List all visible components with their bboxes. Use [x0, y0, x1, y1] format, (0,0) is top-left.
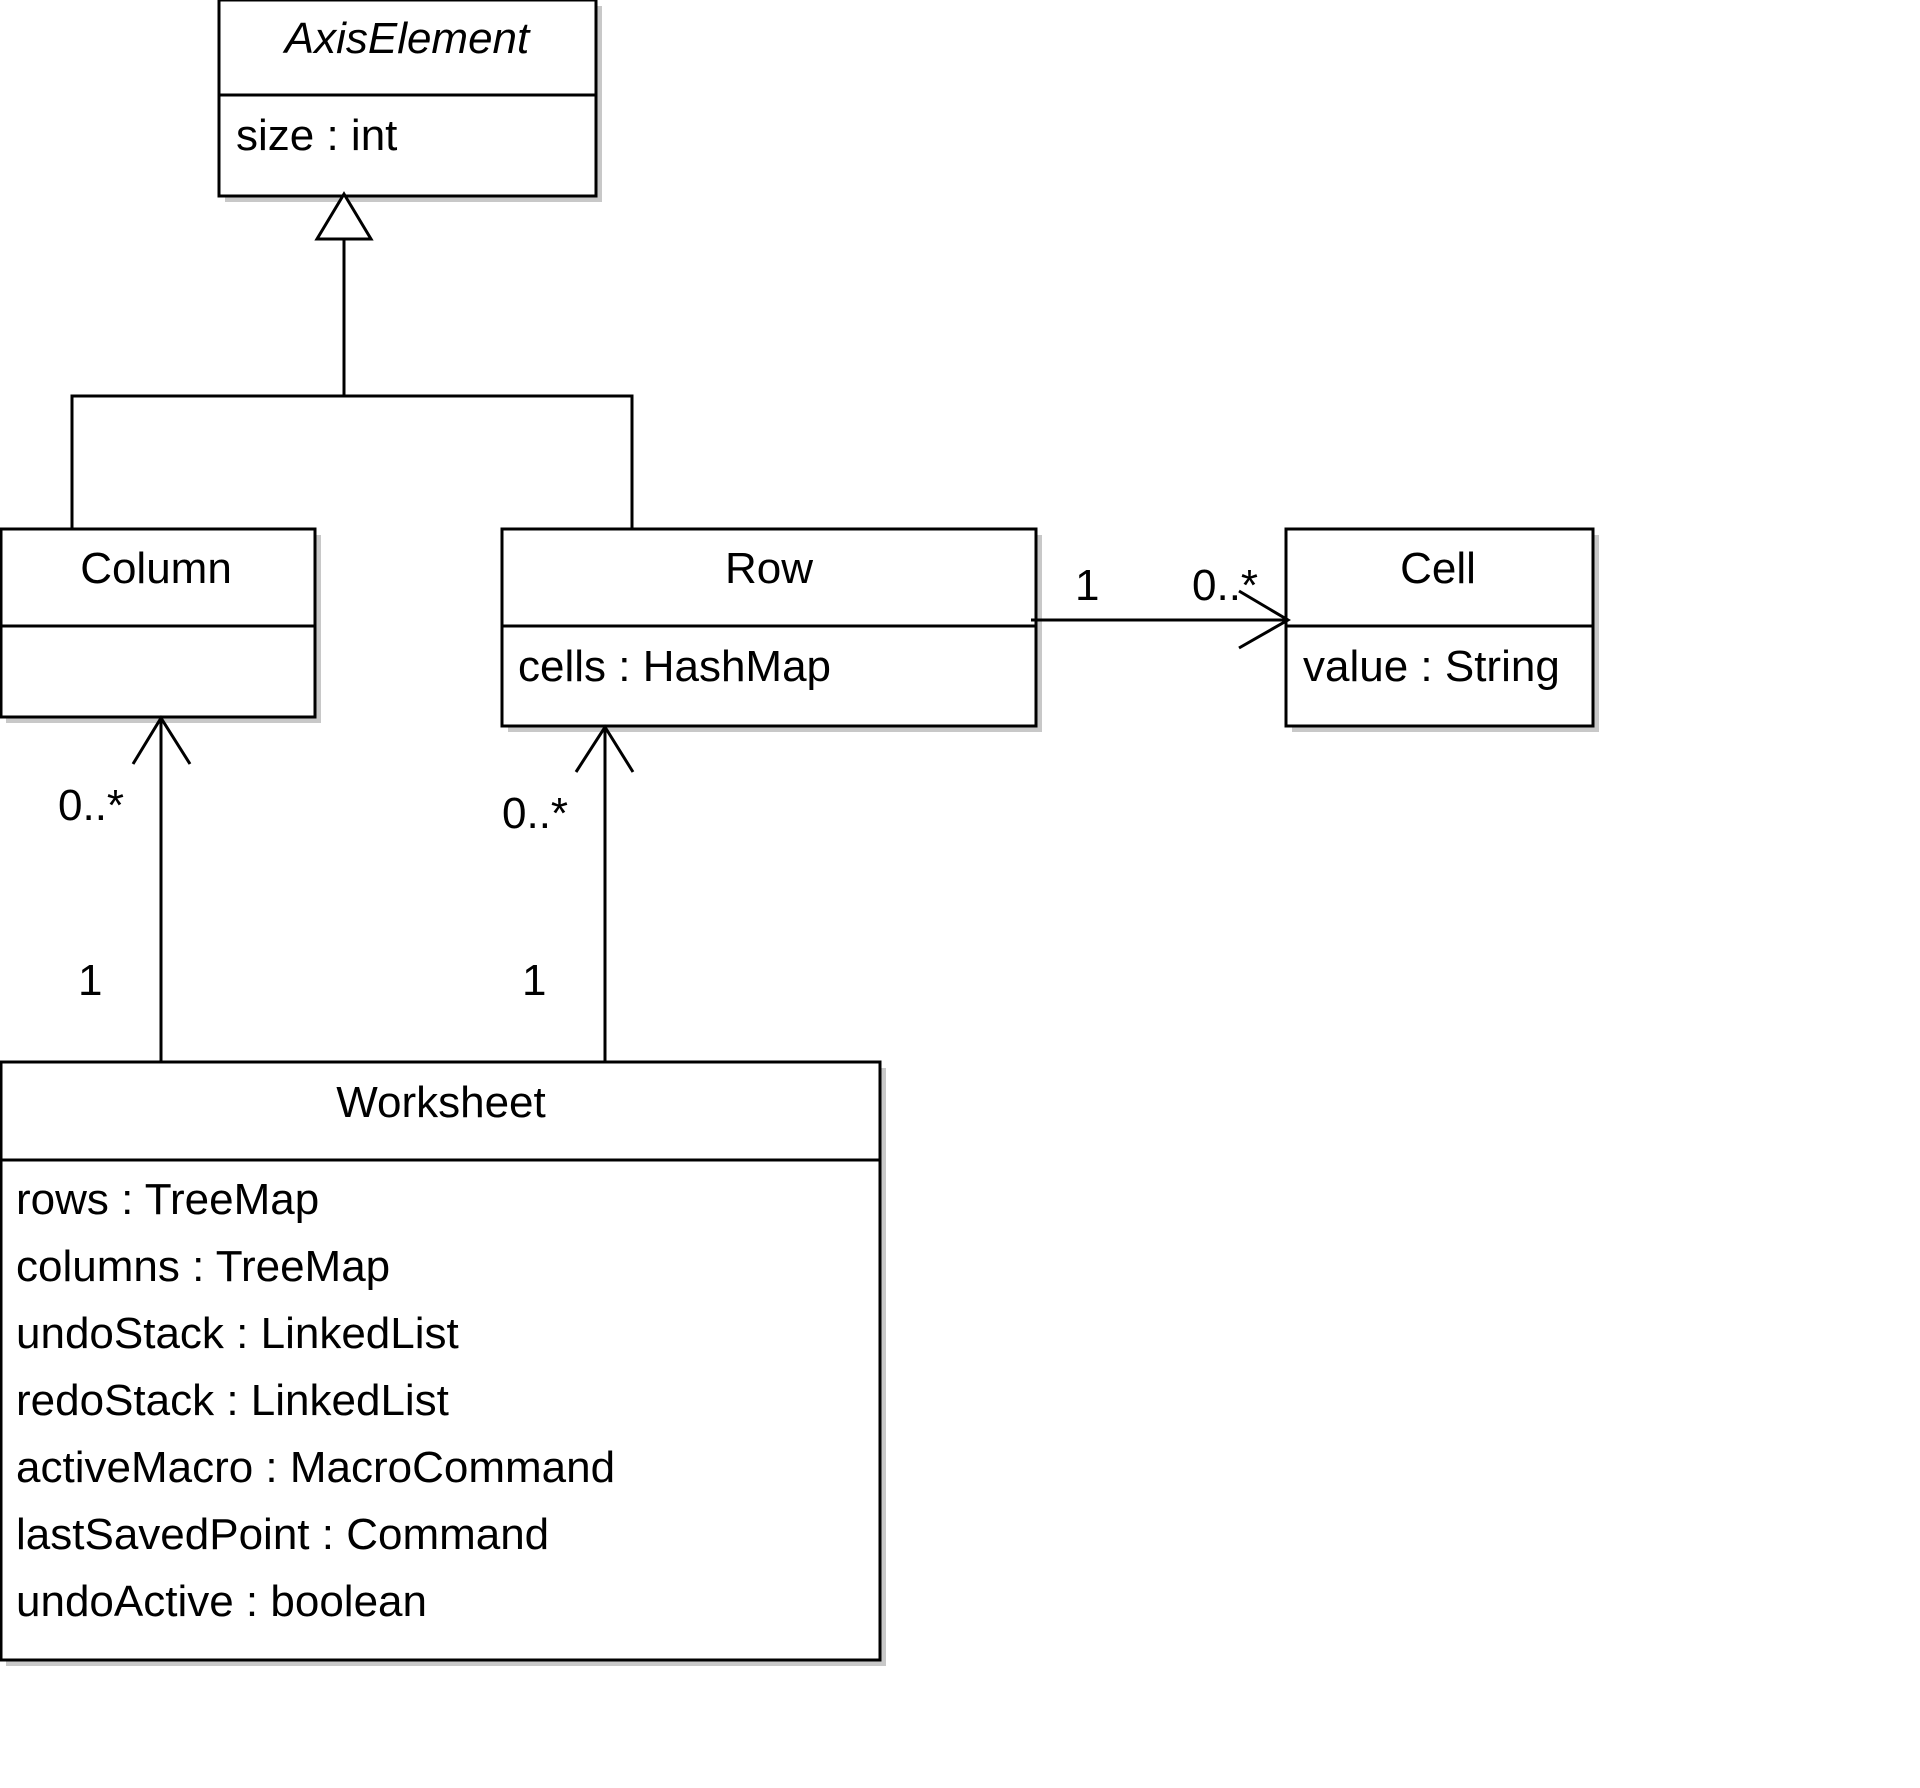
multiplicity-target: 0..*: [502, 789, 568, 838]
attribute: lastSavedPoint : Command: [16, 1510, 549, 1559]
multiplicity-target: 0..*: [58, 781, 124, 830]
multiplicity-source: 1: [78, 956, 102, 1005]
attribute: redoStack : LinkedList: [16, 1376, 449, 1425]
class-column[interactable]: Column: [0, 527, 321, 723]
attribute: undoStack : LinkedList: [16, 1309, 459, 1358]
class-axis-element[interactable]: AxisElement size : int: [217, 0, 602, 202]
class-worksheet[interactable]: Worksheet rows : TreeMap columns : TreeM…: [0, 1060, 886, 1666]
class-name: Column: [80, 544, 232, 593]
attribute: value : String: [1303, 642, 1560, 691]
class-name: AxisElement: [282, 14, 531, 63]
class-name: Cell: [1400, 544, 1476, 593]
multiplicity-source: 1: [1075, 561, 1099, 610]
class-name: Worksheet: [336, 1078, 546, 1127]
attribute: undoActive : boolean: [16, 1577, 427, 1626]
uml-class-diagram: AxisElement size : int Column Row cells …: [0, 0, 1599, 1666]
multiplicity-target: 0..*: [1192, 561, 1258, 610]
association-worksheet-row: 0..* 1: [502, 724, 635, 1062]
class-cell[interactable]: Cell value : String: [1284, 527, 1599, 732]
attribute: size : int: [236, 111, 397, 160]
attribute: rows : TreeMap: [16, 1175, 319, 1224]
generalization-connector: [70, 191, 634, 529]
attribute: columns : TreeMap: [16, 1242, 390, 1291]
attribute: activeMacro : MacroCommand: [16, 1443, 615, 1492]
association-row-cell: 1 0..*: [1031, 561, 1291, 650]
attribute: cells : HashMap: [518, 642, 831, 691]
association-worksheet-column: 0..* 1: [58, 715, 192, 1062]
multiplicity-source: 1: [522, 956, 546, 1005]
class-name: Row: [725, 544, 813, 593]
class-row[interactable]: Row cells : HashMap: [500, 527, 1042, 732]
